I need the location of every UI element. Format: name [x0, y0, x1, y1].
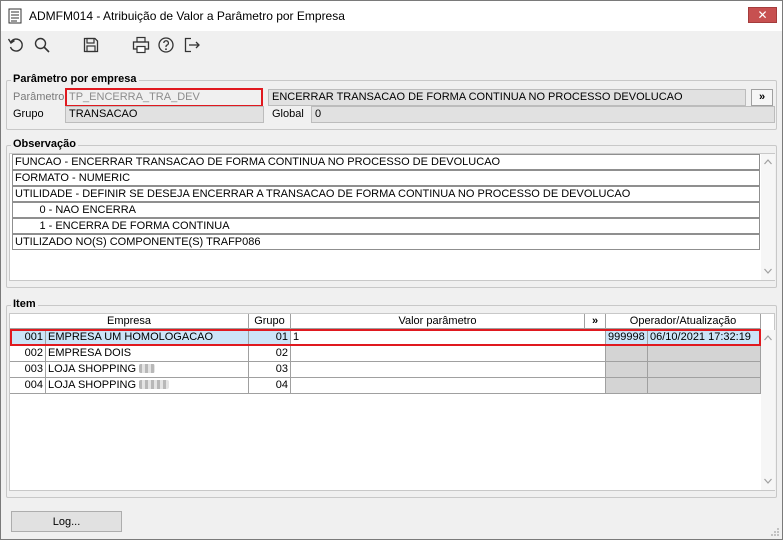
cell-atualizacao — [648, 346, 761, 362]
cell-empresa: LOJA SHOPPING — [46, 378, 249, 394]
observacao-group-legend: Observação — [11, 138, 78, 150]
observacao-line: FUNCAO - ENCERRAR TRANSACAO DE FORMA CON… — [12, 154, 760, 170]
item-grid: Empresa Grupo Valor parâmetro » Operador… — [9, 313, 775, 491]
undo-button[interactable] — [6, 35, 26, 55]
app-window: ADMFM014 - Atribuição de Valor a Parâmet… — [0, 0, 783, 540]
global-field: 0 — [311, 106, 775, 123]
header-valor[interactable]: Valor parâmetro — [291, 314, 585, 329]
header-empresa[interactable]: Empresa — [10, 314, 249, 329]
cell-empresa: EMPRESA UM HOMOLOGACAO — [46, 330, 249, 346]
cell-valor-input[interactable]: 1 — [291, 330, 606, 346]
cell-empresa-text: LOJA SHOPPING — [48, 379, 137, 391]
cell-code: 002 — [10, 346, 46, 362]
cell-empresa: EMPRESA DOIS — [46, 346, 249, 362]
print-button[interactable] — [131, 35, 151, 55]
scroll-down-icon — [764, 268, 772, 274]
toolbar — [1, 31, 782, 59]
cell-code: 001 — [10, 330, 46, 346]
parametro-lookup-button[interactable]: » — [751, 89, 773, 106]
redacted-blur — [139, 364, 156, 373]
grupo-label: Grupo — [13, 108, 44, 120]
cell-empresa: LOJA SHOPPING — [46, 362, 249, 378]
resize-grip-icon[interactable] — [770, 527, 780, 537]
print-icon — [132, 36, 150, 54]
cell-valor-input[interactable] — [291, 362, 606, 378]
header-grupo[interactable]: Grupo — [249, 314, 291, 329]
close-icon: ✕ — [757, 8, 768, 22]
search-icon — [34, 37, 50, 53]
cell-operador — [606, 362, 648, 378]
exit-icon — [184, 37, 200, 53]
cell-empresa-text: LOJA SHOPPING — [48, 363, 137, 375]
parametro-description-field: ENCERRAR TRANSACAO DE FORMA CONTINUA NO … — [268, 89, 746, 106]
cell-operador: 999998 — [606, 330, 648, 346]
cell-atualizacao — [648, 362, 761, 378]
header-more-button[interactable]: » — [585, 314, 606, 329]
log-button[interactable]: Log... — [11, 511, 122, 532]
cell-grupo: 03 — [249, 362, 291, 378]
cell-grupo: 01 — [249, 330, 291, 346]
search-button[interactable] — [32, 35, 52, 55]
double-chevron-right-icon: » — [591, 315, 599, 327]
observacao-scrollbar[interactable] — [761, 154, 775, 280]
global-label: Global — [272, 108, 304, 120]
cell-code: 004 — [10, 378, 46, 394]
cell-operador — [606, 378, 648, 394]
cell-code: 003 — [10, 362, 46, 378]
observacao-line: UTILIZADO NO(S) COMPONENTE(S) TRAFP086 — [12, 234, 760, 250]
cell-atualizacao: 06/10/2021 17:32:19 — [648, 330, 761, 346]
observacao-textbox[interactable]: FUNCAO - ENCERRAR TRANSACAO DE FORMA CON… — [9, 153, 775, 281]
cell-operador — [606, 346, 648, 362]
parametro-label: Parâmetro — [13, 91, 65, 103]
document-icon — [8, 8, 22, 24]
help-button[interactable] — [156, 35, 176, 55]
undo-icon — [7, 38, 23, 52]
help-icon — [158, 37, 174, 53]
scroll-down-icon — [764, 478, 772, 484]
header-operador[interactable]: Operador/Atualização — [606, 314, 761, 329]
parametro-group-legend: Parâmetro por empresa — [11, 73, 139, 85]
grupo-field: TRANSACAO — [65, 106, 264, 123]
cell-valor-input[interactable] — [291, 346, 606, 362]
observacao-line: UTILIDADE - DEFINIR SE DESEJA ENCERRAR A… — [12, 186, 760, 202]
redacted-blur — [139, 380, 170, 389]
close-button[interactable]: ✕ — [748, 7, 777, 23]
item-scrollbar[interactable] — [761, 330, 775, 490]
observacao-line: 0 - NAO ENCERRA — [12, 202, 760, 218]
cell-grupo: 04 — [249, 378, 291, 394]
item-group-legend: Item — [11, 298, 38, 310]
exit-button[interactable] — [182, 35, 202, 55]
cell-valor-input[interactable] — [291, 378, 606, 394]
scroll-up-icon — [764, 335, 772, 341]
scroll-up-icon — [764, 159, 772, 165]
observacao-line: FORMATO - NUMERIC — [12, 170, 760, 186]
save-button[interactable] — [81, 35, 101, 55]
double-chevron-right-icon: » — [758, 91, 766, 103]
parametro-input[interactable]: TP_ENCERRA_TRA_DEV — [65, 88, 263, 107]
title-bar: ADMFM014 - Atribuição de Valor a Parâmet… — [1, 1, 782, 31]
observacao-line: 1 - ENCERRA DE FORMA CONTINUA — [12, 218, 760, 234]
cell-atualizacao — [648, 378, 761, 394]
save-icon — [83, 37, 99, 53]
window-title: ADMFM014 - Atribuição de Valor a Parâmet… — [29, 9, 345, 23]
cell-grupo: 02 — [249, 346, 291, 362]
